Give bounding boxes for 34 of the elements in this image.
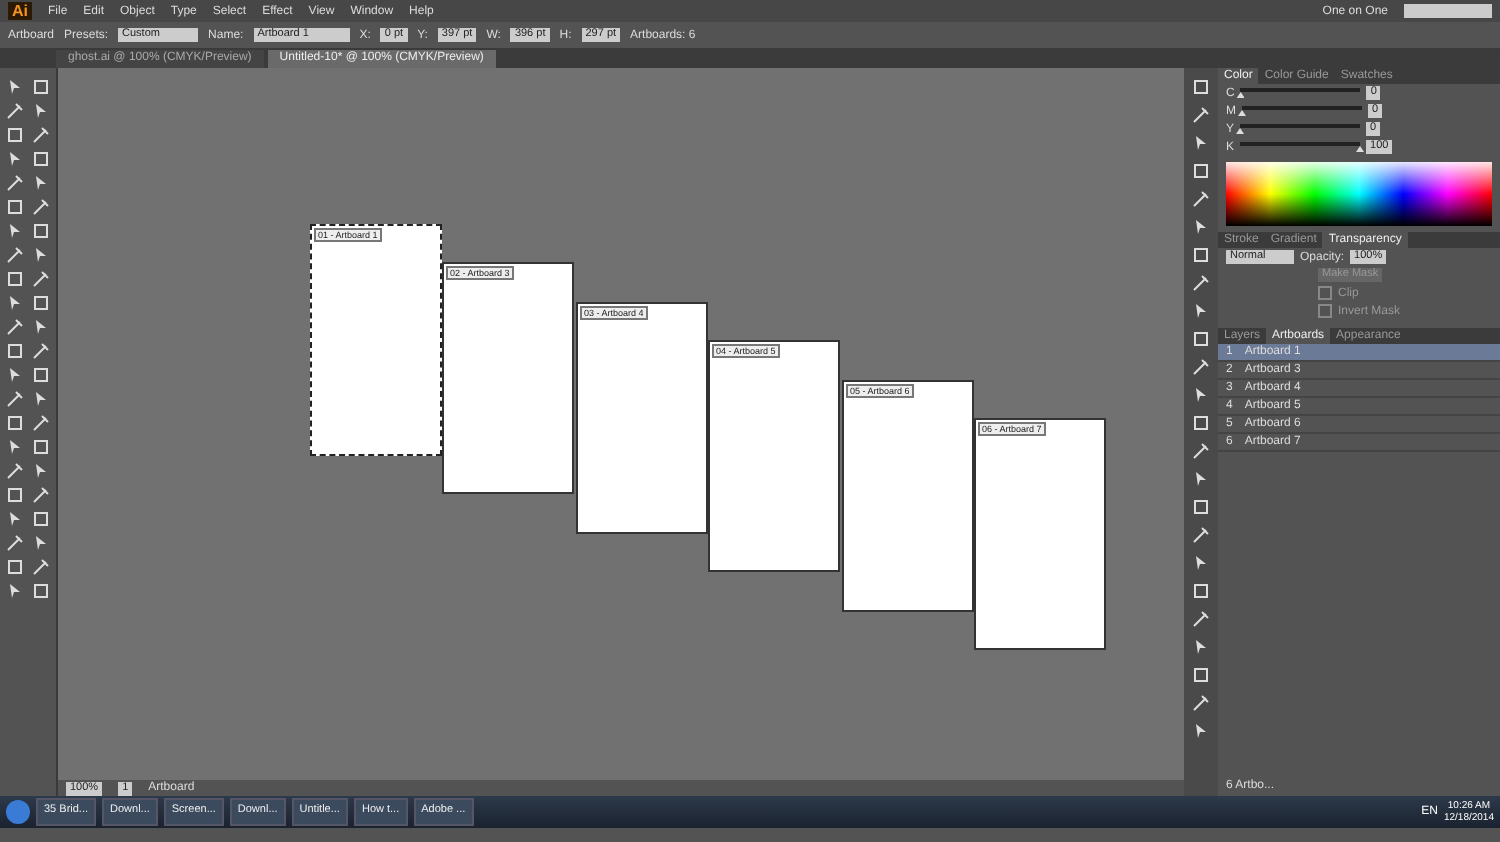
tool-icon[interactable] — [1192, 722, 1210, 740]
tool-icon[interactable] — [5, 534, 24, 552]
search-field[interactable] — [1404, 4, 1492, 18]
tool-icon[interactable] — [1192, 274, 1210, 292]
tool-icon[interactable] — [1192, 190, 1210, 208]
slider-thumb[interactable] — [1236, 92, 1245, 98]
tool-icon[interactable] — [5, 462, 24, 480]
app-logo: Ai — [8, 2, 32, 20]
tool-icon[interactable] — [1192, 526, 1210, 544]
tool-icon[interactable] — [1192, 442, 1210, 460]
slider-thumb[interactable] — [1356, 146, 1365, 152]
tool-icon[interactable] — [1192, 358, 1210, 376]
tool-icon[interactable] — [32, 270, 51, 288]
tool-icon[interactable] — [1192, 106, 1210, 124]
checkbox[interactable] — [1318, 286, 1332, 300]
color-spectrum[interactable] — [1226, 162, 1492, 226]
tool-icon[interactable] — [32, 126, 51, 144]
slider-thumb[interactable] — [1236, 128, 1245, 134]
tool-icon[interactable] — [32, 486, 51, 504]
tool-icon[interactable] — [32, 414, 51, 432]
slider-thumb[interactable] — [1238, 110, 1246, 116]
tool-icon[interactable] — [5, 246, 24, 264]
tool-icon[interactable] — [32, 342, 51, 360]
tool-icon[interactable] — [5, 174, 24, 192]
tool-icon[interactable] — [1192, 694, 1210, 712]
tool-icon[interactable] — [32, 558, 51, 576]
tool-icon[interactable] — [1192, 78, 1210, 96]
start-button[interactable] — [6, 800, 30, 824]
tool-icon[interactable] — [5, 102, 24, 120]
tool-icon[interactable] — [1192, 610, 1210, 628]
tool-icon[interactable] — [5, 390, 24, 408]
checkbox[interactable] — [1318, 304, 1332, 318]
tool-icon[interactable] — [5, 318, 24, 336]
tool-icon[interactable] — [32, 198, 51, 216]
